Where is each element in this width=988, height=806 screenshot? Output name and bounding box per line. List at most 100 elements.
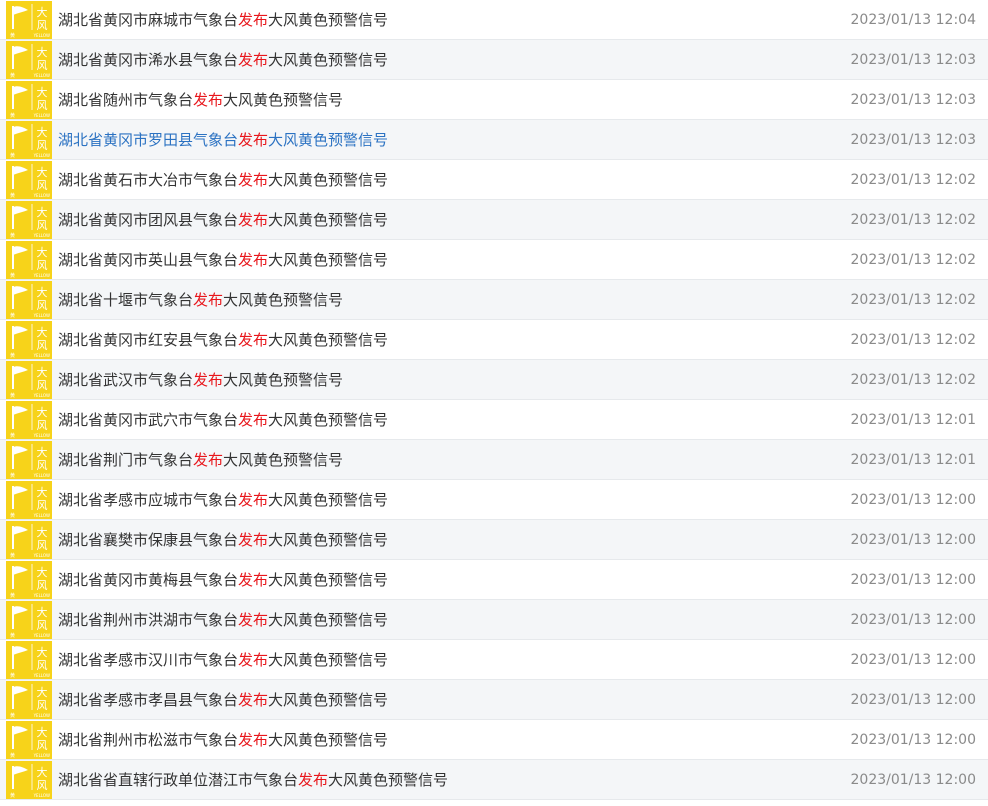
icon-caption-huang: 黄 (10, 152, 15, 159)
alert-title-prefix: 湖北省孝感市孝昌县气象台 (58, 691, 239, 709)
alert-title-prefix: 湖北省黄冈市武穴市气象台 (58, 411, 239, 429)
alert-title-link[interactable]: 湖北省黄冈市团风县气象台发布大风黄色预警信号 (58, 200, 851, 240)
alert-list-item[interactable]: 大 风 黄 YELLOW 湖北省孝感市应城市气象台发布大风黄色预警信号 2023… (0, 480, 988, 520)
icon-text-da: 大 (37, 525, 48, 539)
icon-caption-yellow: YELLOW (33, 513, 50, 518)
icon-text-da: 大 (37, 285, 48, 299)
icon-caption-huang: 黄 (10, 192, 15, 199)
alert-list-item[interactable]: 大 风 黄 YELLOW 湖北省省直辖行政单位潜江市气象台发布大风黄色预警信号 … (0, 760, 988, 800)
alert-list-item[interactable]: 大 风 黄 YELLOW 湖北省黄石市大冶市气象台发布大风黄色预警信号 2023… (0, 160, 988, 200)
alert-title-suffix: 大风黄色预警信号 (268, 331, 389, 349)
icon-text-da: 大 (37, 125, 48, 139)
alert-title-link[interactable]: 湖北省武汉市气象台发布大风黄色预警信号 (58, 360, 851, 400)
alert-list-item[interactable]: 大 风 黄 YELLOW 湖北省黄冈市英山县气象台发布大风黄色预警信号 2023… (0, 240, 988, 280)
alert-title-link[interactable]: 湖北省黄冈市麻城市气象台发布大风黄色预警信号 (58, 0, 851, 40)
icon-caption-yellow: YELLOW (33, 113, 50, 118)
icon-caption-huang: 黄 (10, 432, 15, 439)
alert-list-item[interactable]: 大 风 黄 YELLOW 湖北省黄冈市黄梅县气象台发布大风黄色预警信号 2023… (0, 560, 988, 600)
icon-text-feng: 风 (37, 179, 48, 192)
icon-caption-huang: 黄 (10, 232, 15, 239)
alert-list-item[interactable]: 大 风 黄 YELLOW 湖北省黄冈市团风县气象台发布大风黄色预警信号 2023… (0, 200, 988, 240)
gale-yellow-warning-icon: 大 风 黄 YELLOW (6, 641, 52, 679)
alert-timestamp: 2023/01/13 12:00 (850, 732, 977, 748)
alert-list-item[interactable]: 大 风 黄 YELLOW 湖北省随州市气象台发布大风黄色预警信号 2023/01… (0, 80, 988, 120)
gale-yellow-warning-icon: 大 风 黄 YELLOW (6, 241, 52, 279)
alert-timestamp: 2023/01/13 12:00 (850, 772, 977, 788)
icon-caption-huang: 黄 (10, 592, 15, 599)
alert-title-suffix: 大风黄色预警信号 (268, 691, 389, 709)
alert-title-prefix: 湖北省孝感市汉川市气象台 (58, 651, 239, 669)
icon-caption-huang: 黄 (10, 272, 15, 279)
alert-title-prefix: 湖北省孝感市应城市气象台 (58, 491, 239, 509)
alert-list-item[interactable]: 大 风 黄 YELLOW 湖北省黄冈市红安县气象台发布大风黄色预警信号 2023… (0, 320, 988, 360)
alert-list-item[interactable]: 大 风 黄 YELLOW 湖北省黄冈市罗田县气象台发布大风黄色预警信号 2023… (0, 120, 988, 160)
icon-text-feng: 风 (37, 459, 48, 472)
alert-title-suffix: 大风黄色预警信号 (223, 371, 344, 389)
icon-text-da: 大 (37, 405, 48, 419)
alert-title-link[interactable]: 湖北省襄樊市保康县气象台发布大风黄色预警信号 (58, 520, 851, 560)
alert-title-link[interactable]: 湖北省黄冈市黄梅县气象台发布大风黄色预警信号 (58, 560, 851, 600)
alert-title-link[interactable]: 湖北省荆门市气象台发布大风黄色预警信号 (58, 440, 851, 480)
alert-timestamp: 2023/01/13 12:00 (850, 572, 977, 588)
alert-title-link[interactable]: 湖北省十堰市气象台发布大风黄色预警信号 (58, 280, 851, 320)
alert-title-suffix: 大风黄色预警信号 (223, 91, 344, 109)
icon-caption-yellow: YELLOW (33, 233, 50, 238)
alert-title-suffix: 大风黄色预警信号 (268, 651, 389, 669)
icon-caption-yellow: YELLOW (33, 673, 50, 678)
alert-title-prefix: 湖北省黄冈市罗田县气象台 (58, 131, 239, 149)
alert-title-link[interactable]: 湖北省孝感市应城市气象台发布大风黄色预警信号 (58, 480, 851, 520)
alert-list-item[interactable]: 大 风 黄 YELLOW 湖北省黄冈市浠水县气象台发布大风黄色预警信号 2023… (0, 40, 988, 80)
alert-title-link[interactable]: 湖北省黄冈市武穴市气象台发布大风黄色预警信号 (58, 400, 851, 440)
icon-text-feng: 风 (37, 539, 48, 552)
icon-caption-yellow: YELLOW (33, 73, 50, 78)
icon-text-da: 大 (37, 565, 48, 579)
alert-title-link[interactable]: 湖北省黄石市大冶市气象台发布大风黄色预警信号 (58, 160, 851, 200)
icon-text-da: 大 (37, 245, 48, 259)
alert-list-item[interactable]: 大 风 黄 YELLOW 湖北省荆门市气象台发布大风黄色预警信号 2023/01… (0, 440, 988, 480)
alert-title-keyword: 发布 (298, 771, 329, 789)
alert-title-link[interactable]: 湖北省孝感市孝昌县气象台发布大风黄色预警信号 (58, 680, 851, 720)
icon-caption-yellow: YELLOW (33, 193, 50, 198)
alert-list-item[interactable]: 大 风 黄 YELLOW 湖北省黄冈市麻城市气象台发布大风黄色预警信号 2023… (0, 0, 988, 40)
icon-caption-huang: 黄 (10, 552, 15, 559)
icon-caption-yellow: YELLOW (33, 33, 50, 38)
icon-caption-huang: 黄 (10, 512, 15, 519)
gale-yellow-warning-icon: 大 风 黄 YELLOW (6, 681, 52, 719)
icon-text-da: 大 (37, 365, 48, 379)
alert-list-item[interactable]: 大 风 黄 YELLOW 湖北省孝感市汉川市气象台发布大风黄色预警信号 2023… (0, 640, 988, 680)
gale-yellow-warning-icon: 大 风 黄 YELLOW (6, 81, 52, 119)
icon-text-feng: 风 (37, 699, 48, 712)
icon-caption-yellow: YELLOW (33, 753, 50, 758)
icon-caption-huang: 黄 (10, 672, 15, 679)
alert-title-link[interactable]: 湖北省荆州市松滋市气象台发布大风黄色预警信号 (58, 720, 851, 760)
alert-list-item[interactable]: 大 风 黄 YELLOW 湖北省荆州市松滋市气象台发布大风黄色预警信号 2023… (0, 720, 988, 760)
alert-title-prefix: 湖北省黄冈市麻城市气象台 (58, 11, 239, 29)
alert-title-suffix: 大风黄色预警信号 (268, 491, 389, 509)
alert-title-link[interactable]: 湖北省省直辖行政单位潜江市气象台发布大风黄色预警信号 (58, 760, 851, 800)
alert-list-item[interactable]: 大 风 黄 YELLOW 湖北省黄冈市武穴市气象台发布大风黄色预警信号 2023… (0, 400, 988, 440)
alert-title-link[interactable]: 湖北省黄冈市红安县气象台发布大风黄色预警信号 (58, 320, 851, 360)
icon-caption-yellow: YELLOW (33, 473, 50, 478)
alert-title-keyword: 发布 (238, 171, 269, 189)
alert-timestamp: 2023/01/13 12:00 (850, 492, 977, 508)
alert-title-keyword: 发布 (238, 531, 269, 549)
alert-title-link[interactable]: 湖北省孝感市汉川市气象台发布大风黄色预警信号 (58, 640, 851, 680)
alert-list-item[interactable]: 大 风 黄 YELLOW 湖北省孝感市孝昌县气象台发布大风黄色预警信号 2023… (0, 680, 988, 720)
alert-title-prefix: 湖北省十堰市气象台 (58, 291, 194, 309)
alert-title-link[interactable]: 湖北省黄冈市英山县气象台发布大风黄色预警信号 (58, 240, 851, 280)
alert-title-link[interactable]: 湖北省随州市气象台发布大风黄色预警信号 (58, 80, 851, 120)
icon-text-da: 大 (37, 765, 48, 779)
alert-title-link[interactable]: 湖北省黄冈市罗田县气象台发布大风黄色预警信号 (58, 120, 851, 160)
gale-yellow-warning-icon: 大 风 黄 YELLOW (6, 161, 52, 199)
alert-title-keyword: 发布 (238, 411, 269, 429)
icon-caption-huang: 黄 (10, 712, 15, 719)
alert-list-item[interactable]: 大 风 黄 YELLOW 湖北省襄樊市保康县气象台发布大风黄色预警信号 2023… (0, 520, 988, 560)
alert-list-item[interactable]: 大 风 黄 YELLOW 湖北省十堰市气象台发布大风黄色预警信号 2023/01… (0, 280, 988, 320)
alert-timestamp: 2023/01/13 12:00 (850, 692, 977, 708)
alert-list-item[interactable]: 大 风 黄 YELLOW 湖北省荆州市洪湖市气象台发布大风黄色预警信号 2023… (0, 600, 988, 640)
alert-title-link[interactable]: 湖北省黄冈市浠水县气象台发布大风黄色预警信号 (58, 40, 851, 80)
alert-list-item[interactable]: 大 风 黄 YELLOW 湖北省武汉市气象台发布大风黄色预警信号 2023/01… (0, 360, 988, 400)
alert-timestamp: 2023/01/13 12:03 (850, 92, 977, 108)
alert-title-link[interactable]: 湖北省荆州市洪湖市气象台发布大风黄色预警信号 (58, 600, 851, 640)
alert-title-keyword: 发布 (193, 91, 224, 109)
